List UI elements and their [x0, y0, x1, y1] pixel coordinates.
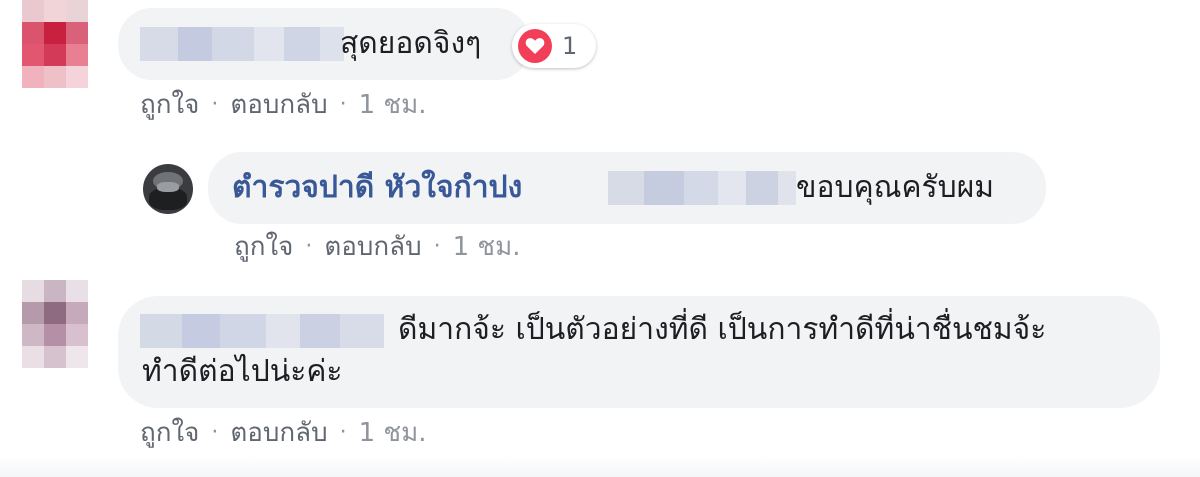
avatar-pixel	[44, 22, 66, 44]
avatar-pixel	[66, 0, 88, 22]
avatar-pixel	[22, 44, 44, 66]
avatar-pixel	[66, 324, 88, 346]
avatar-pixel	[66, 280, 88, 302]
comment-1-text: สุดยอดจิงๆ	[340, 26, 482, 61]
avatar-pixel	[22, 0, 44, 22]
timestamp[interactable]: 1 ชม.	[359, 416, 427, 450]
reply-link[interactable]: ตอบกลับ	[230, 416, 327, 450]
avatar-pixel	[44, 346, 66, 368]
avatar-pixel	[66, 66, 88, 88]
reply-avatar[interactable]	[143, 164, 193, 214]
bottom-edge-fade	[0, 455, 1200, 477]
avatar-shape	[157, 182, 179, 192]
avatar-pixel	[44, 302, 66, 324]
avatar-pixel	[22, 324, 44, 346]
reply-link[interactable]: ตอบกลับ	[230, 88, 327, 122]
avatar-pixel	[22, 22, 44, 44]
comment-3-actions: ถูกใจ · ตอบกลับ · 1 ชม.	[140, 416, 426, 450]
reply-bubble: ตำรวจปาดี หัวใจกำปง ขอบคุณครับผม	[208, 152, 1046, 224]
separator-dot: ·	[339, 420, 347, 445]
comment-3-bubble: ดีมากจ้ะ เป็นตัวอย่างที่ดี เป็นการทำดีที…	[118, 296, 1160, 408]
like-link[interactable]: ถูกใจ	[234, 230, 293, 264]
comment-1-avatar[interactable]	[22, 0, 88, 88]
comment-1-author-name-blurred[interactable]	[140, 27, 344, 61]
avatar-pixel	[44, 324, 66, 346]
avatar-pixel	[22, 302, 44, 324]
avatar-pixel	[66, 44, 88, 66]
comment-1-bubble: สุดยอดจิงๆ	[118, 8, 530, 80]
separator-dot: ·	[305, 234, 313, 259]
reply-link[interactable]: ตอบกลับ	[324, 230, 421, 264]
timestamp[interactable]: 1 ชม.	[453, 230, 521, 264]
comment-1-reaction-pill[interactable]: 1	[512, 24, 596, 68]
heart-icon	[518, 29, 552, 63]
separator-dot: ·	[211, 420, 219, 445]
avatar-pixel	[66, 302, 88, 324]
separator-dot: ·	[339, 92, 347, 117]
timestamp[interactable]: 1 ชม.	[359, 88, 427, 122]
separator-dot: ·	[433, 234, 441, 259]
reply-author-name[interactable]: ตำรวจปาดี หัวใจกำปง	[232, 168, 522, 208]
comment-1-actions: ถูกใจ · ตอบกลับ · 1 ชม.	[140, 88, 426, 122]
reaction-count: 1	[562, 32, 578, 60]
avatar-pixel	[44, 66, 66, 88]
avatar-pixel	[66, 22, 88, 44]
comment-3-avatar[interactable]	[22, 280, 88, 368]
avatar-pixel	[44, 44, 66, 66]
avatar-pixel	[66, 346, 88, 368]
comment-3-text-line-2: ทำดีต่อไปน่ะค่ะ	[142, 354, 343, 389]
comment-3-author-name-blurred[interactable]	[140, 314, 384, 348]
avatar-pixel	[22, 66, 44, 88]
like-link[interactable]: ถูกใจ	[140, 88, 199, 122]
comment-3-text-line-1: ดีมากจ้ะ เป็นตัวอย่างที่ดี เป็นการทำดีที…	[398, 312, 1047, 347]
like-link[interactable]: ถูกใจ	[140, 416, 199, 450]
avatar-pixel	[22, 280, 44, 302]
separator-dot: ·	[211, 92, 219, 117]
reply-mention-blurred[interactable]	[608, 171, 796, 205]
reply-actions: ถูกใจ · ตอบกลับ · 1 ชม.	[234, 230, 520, 264]
avatar-pixel	[44, 0, 66, 22]
avatar-pixel	[22, 346, 44, 368]
reply-text: ขอบคุณครับผม	[796, 170, 995, 205]
avatar-pixel	[44, 280, 66, 302]
